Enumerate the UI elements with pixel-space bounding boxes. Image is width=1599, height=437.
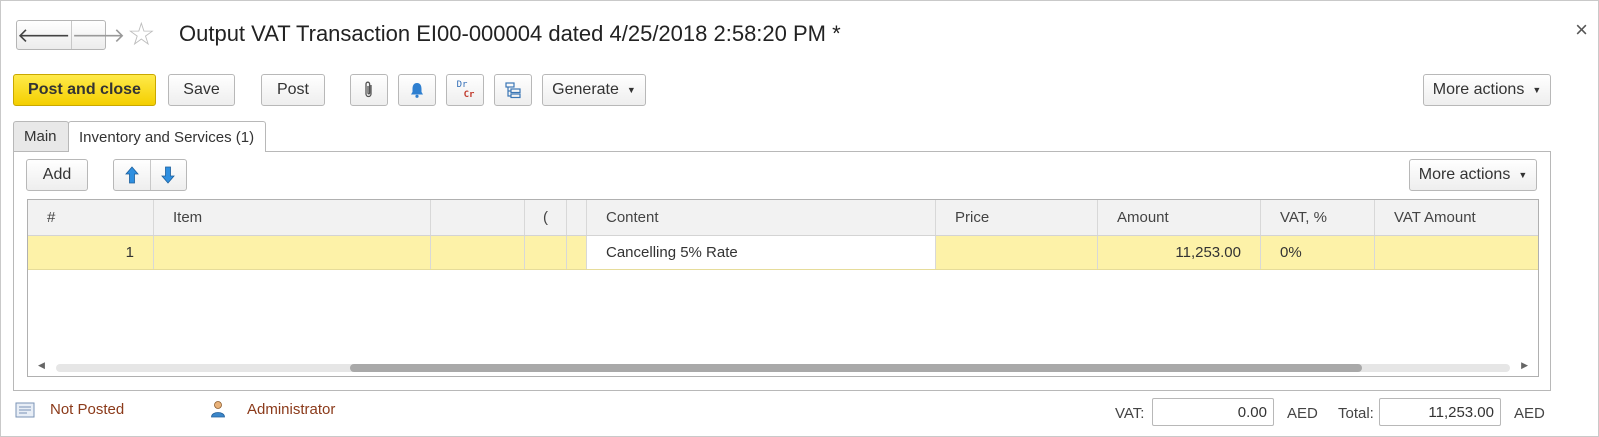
history-nav: 🡐 🡒 (16, 20, 125, 50)
scroll-thumb[interactable] (350, 364, 1362, 372)
generate-dropdown[interactable]: Generate ▼ (542, 74, 646, 106)
generate-label: Generate (552, 81, 619, 98)
column-header-amount[interactable]: Amount (1098, 200, 1261, 235)
cell-vat-percent[interactable]: 0% (1261, 236, 1375, 269)
arrow-left-icon[interactable]: 🡐 (17, 21, 71, 49)
move-down-button[interactable] (149, 160, 187, 190)
table-row[interactable]: 1 Cancelling 5% Rate 11,253.00 0% (28, 236, 1538, 270)
tab-inventory-and-services[interactable]: Inventory and Services (1) (68, 121, 266, 152)
column-header-blank-2[interactable] (567, 200, 587, 235)
reminder-button[interactable] (398, 74, 436, 106)
more-actions-dropdown[interactable]: More actions ▼ (1423, 74, 1551, 106)
caret-down-icon: ▼ (626, 85, 636, 95)
bell-icon (411, 83, 423, 98)
column-header-truncated[interactable]: ( (525, 200, 567, 235)
cell-item[interactable] (154, 236, 431, 269)
arrow-down-icon (161, 166, 176, 184)
vat-label: VAT: (1115, 405, 1145, 422)
post-and-close-button[interactable]: Post and close (13, 74, 156, 106)
dr-cr-button[interactable]: Dr Cr (446, 74, 484, 106)
cell-price[interactable] (936, 236, 1098, 269)
caret-down-icon: ▼ (1532, 85, 1542, 95)
more-actions-label: More actions (1432, 81, 1525, 98)
arrow-up-icon (124, 166, 139, 184)
cell-blank-1[interactable] (431, 236, 525, 269)
column-header-price[interactable]: Price (936, 200, 1098, 235)
add-button[interactable]: Add (26, 159, 88, 191)
cell-content[interactable]: Cancelling 5% Rate (587, 236, 936, 269)
inventory-table: # Item ( Content Price Amount VAT, % VAT… (27, 199, 1539, 377)
star-icon[interactable]: ☆ (127, 18, 156, 50)
author-link[interactable]: Administrator (247, 401, 335, 418)
table-header: # Item ( Content Price Amount VAT, % VAT… (28, 200, 1538, 236)
column-header-content[interactable]: Content (587, 200, 936, 235)
structure-button[interactable] (494, 74, 532, 106)
tab-main[interactable]: Main (13, 121, 69, 151)
total-label: Total: (1338, 405, 1374, 422)
column-header-vat-amount[interactable]: VAT Amount (1375, 200, 1538, 235)
row-move-group (113, 159, 187, 191)
total-field[interactable]: 11,253.00 (1379, 398, 1501, 426)
document-status-icon (15, 402, 35, 422)
save-button[interactable]: Save (168, 74, 235, 106)
column-header-number[interactable]: # (28, 200, 154, 235)
cell-amount[interactable]: 11,253.00 (1098, 236, 1261, 269)
posting-status[interactable]: Not Posted (50, 401, 124, 418)
table-more-actions-label: More actions (1418, 166, 1511, 183)
attachment-button[interactable] (350, 74, 388, 106)
vat-currency: AED (1287, 405, 1318, 422)
cell-number: 1 (28, 236, 154, 269)
scroll-right-icon[interactable]: ▶ (1521, 360, 1528, 371)
vat-total-field[interactable]: 0.00 (1152, 398, 1274, 426)
arrow-right-icon[interactable]: 🡒 (70, 21, 125, 49)
user-icon (210, 400, 226, 422)
column-header-blank-1[interactable] (431, 200, 525, 235)
post-button[interactable]: Post (261, 74, 325, 106)
hierarchy-icon (505, 82, 521, 99)
scroll-left-icon[interactable]: ◀ (38, 360, 45, 371)
cell-blank-2[interactable] (567, 236, 587, 269)
column-header-vat-percent[interactable]: VAT, % (1261, 200, 1375, 235)
total-currency: AED (1514, 405, 1545, 422)
cell-truncated[interactable] (525, 236, 567, 269)
close-icon[interactable]: × (1575, 19, 1588, 41)
dr-label: Dr (456, 80, 468, 90)
horizontal-scrollbar[interactable]: ◀ ▶ (28, 358, 1538, 376)
move-up-button[interactable] (114, 160, 150, 190)
cell-vat-amount[interactable] (1375, 236, 1538, 269)
cr-label: Cr (463, 90, 475, 100)
document-window: 🡐 🡒 ☆ Output VAT Transaction EI00-000004… (0, 0, 1599, 437)
column-header-item[interactable]: Item (154, 200, 431, 235)
page-title: Output VAT Transaction EI00-000004 dated… (179, 21, 841, 46)
paperclip-icon (365, 81, 372, 98)
caret-down-icon: ▼ (1518, 170, 1528, 180)
table-more-actions-dropdown[interactable]: More actions ▼ (1409, 159, 1537, 191)
